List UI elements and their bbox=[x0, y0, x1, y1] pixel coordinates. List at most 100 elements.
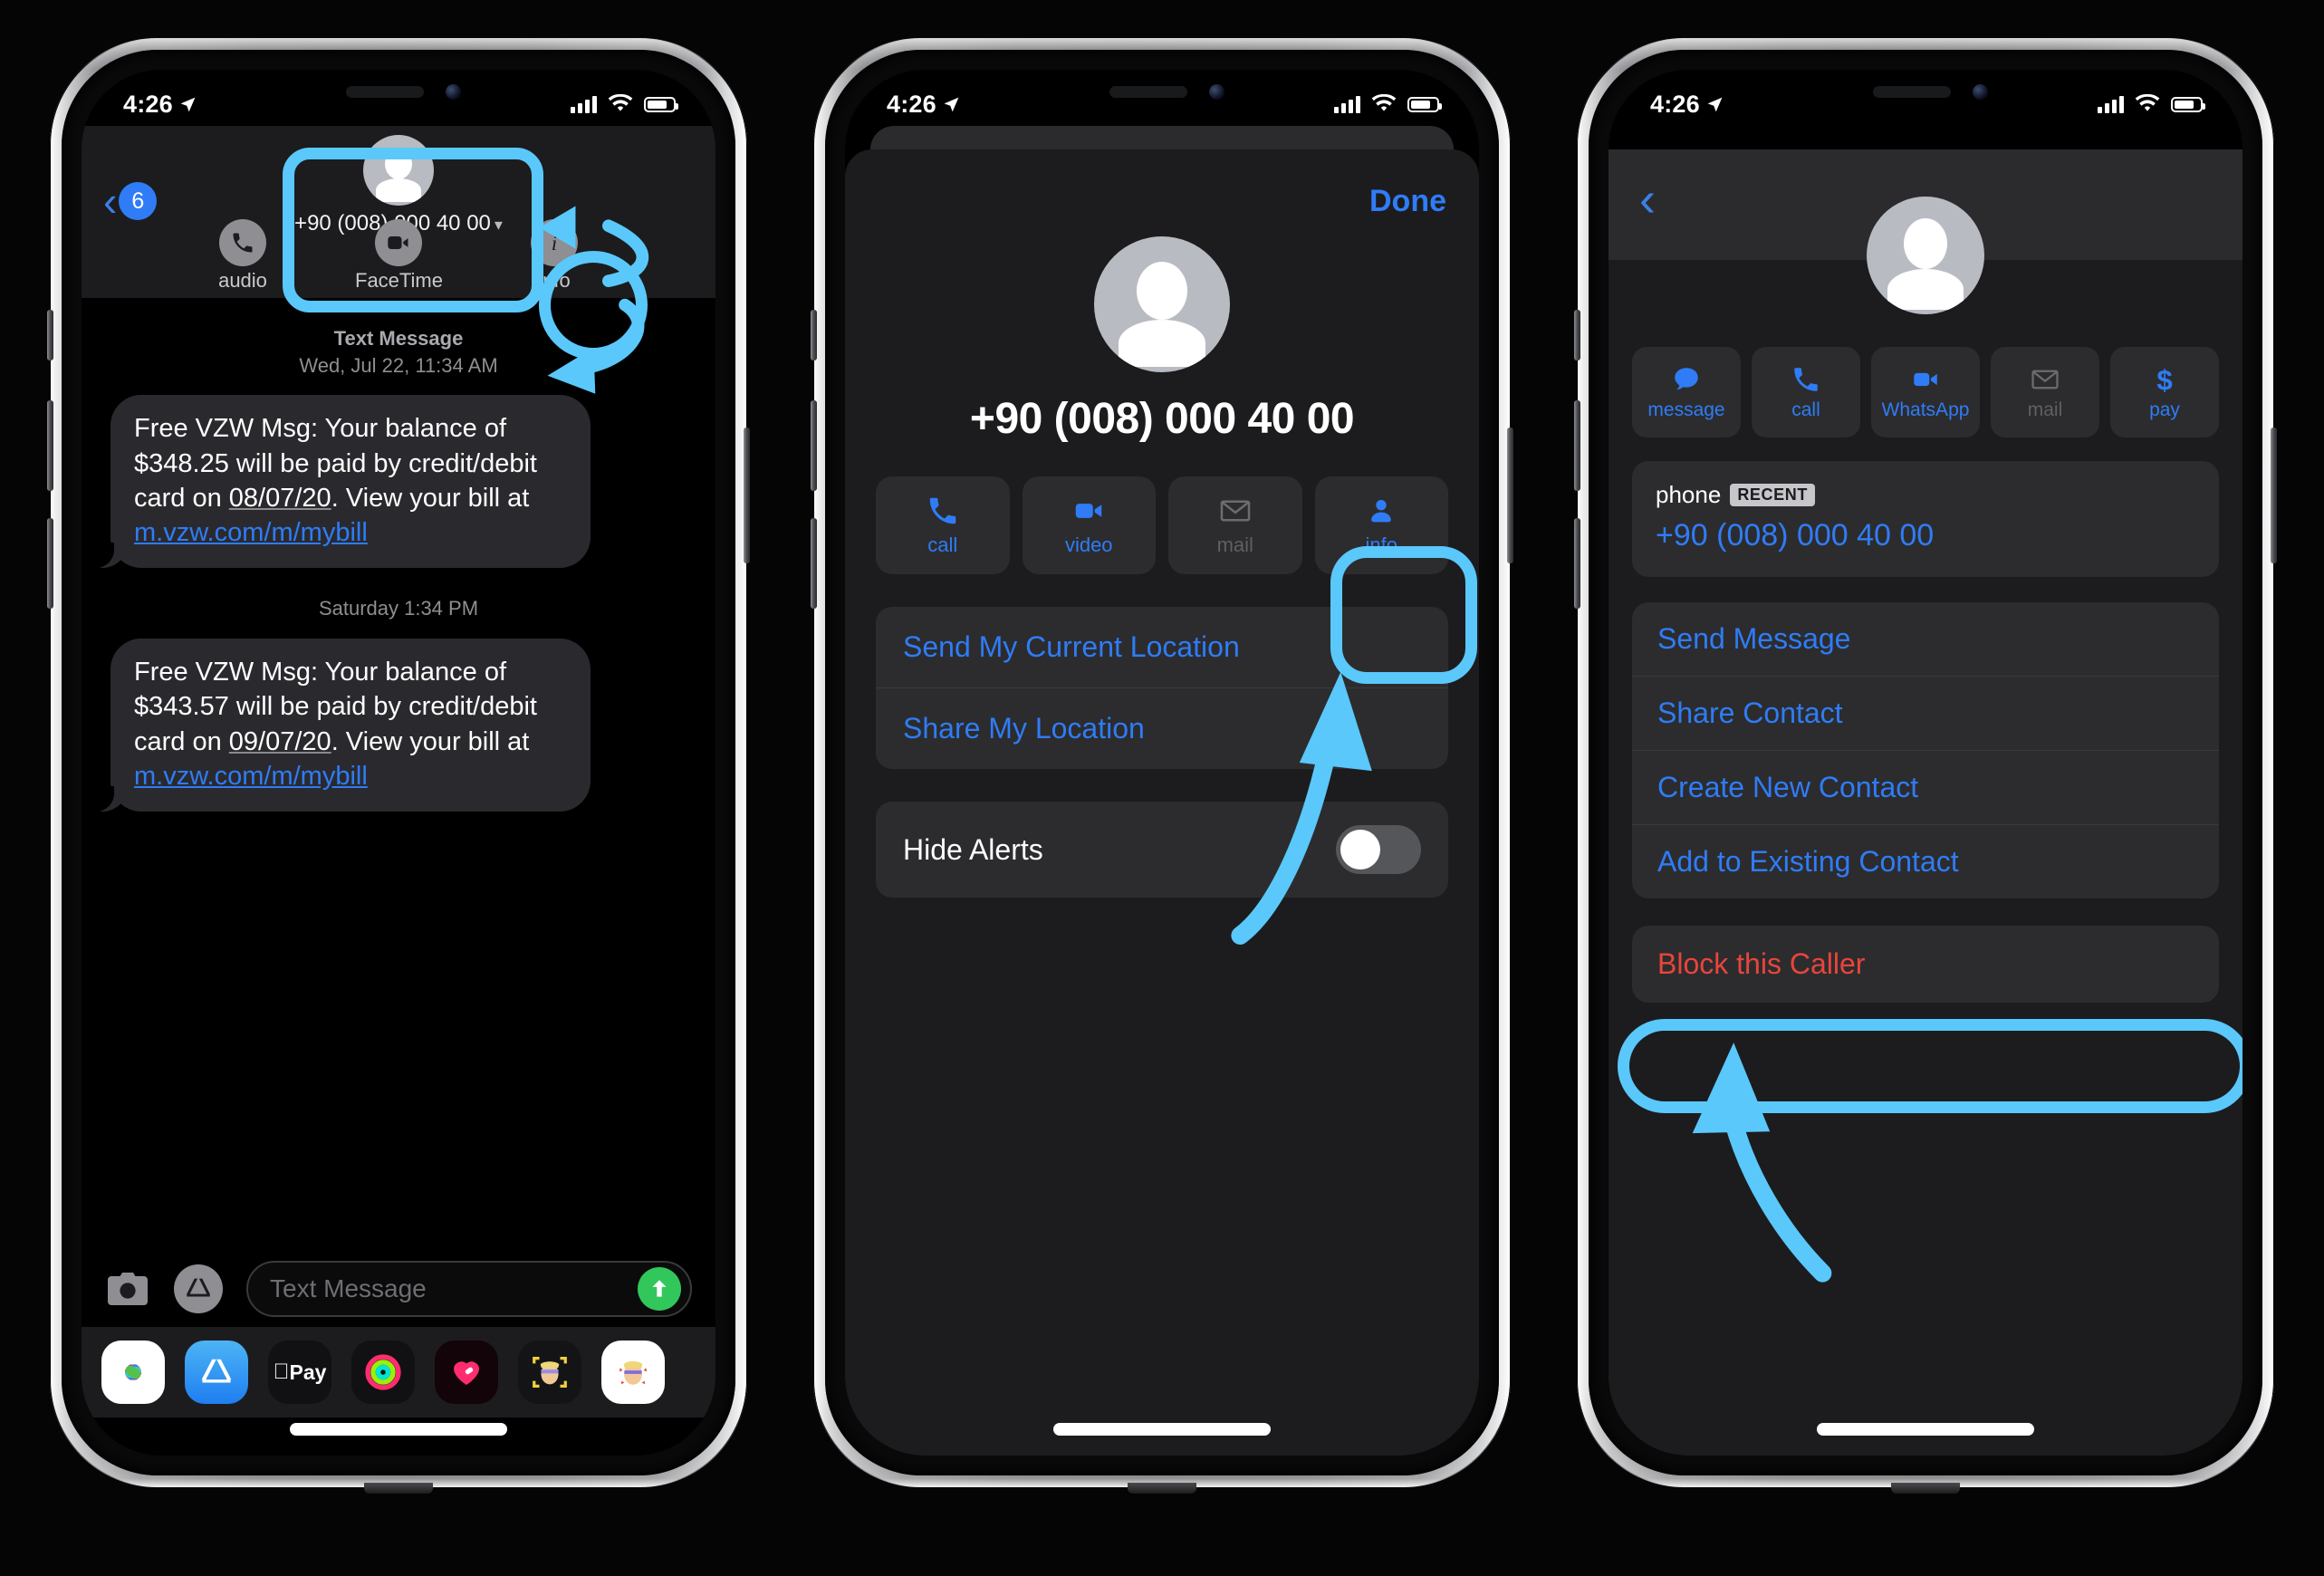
battery-icon bbox=[1407, 96, 1442, 112]
apple-pay-app-icon[interactable]: Pay bbox=[268, 1341, 331, 1404]
send-button[interactable] bbox=[638, 1267, 681, 1311]
location-arrow-icon bbox=[944, 97, 959, 111]
mail-tile[interactable]: mail bbox=[1991, 347, 2099, 437]
mute-switch[interactable] bbox=[47, 310, 53, 360]
hide-alerts-row[interactable]: Hide Alerts bbox=[876, 802, 1448, 898]
hide-alerts-toggle[interactable] bbox=[1336, 825, 1421, 874]
earpiece-speaker bbox=[1109, 86, 1187, 98]
app-store-icon[interactable] bbox=[174, 1264, 223, 1313]
location-arrow-icon bbox=[180, 97, 196, 111]
phone-icon bbox=[1794, 367, 1818, 391]
back-button[interactable]: ‹ 6 bbox=[103, 180, 158, 222]
mail-tile-label: mail bbox=[2027, 399, 2063, 420]
message-tile-label: message bbox=[1647, 399, 1725, 420]
back-button[interactable]: ‹ bbox=[1639, 175, 1656, 224]
bubble-text-2: . View your bill at bbox=[331, 726, 530, 756]
call-tile-label: call bbox=[927, 533, 958, 556]
bubble-text-2: . View your bill at bbox=[331, 483, 530, 513]
volume-down-button[interactable] bbox=[47, 518, 53, 609]
info-icon: i bbox=[531, 219, 578, 266]
volume-down-button[interactable] bbox=[1574, 518, 1580, 609]
share-contact-row[interactable]: Share Contact bbox=[1632, 676, 2219, 750]
charging-port bbox=[1891, 1483, 1960, 1494]
power-button[interactable] bbox=[744, 428, 750, 563]
done-button[interactable]: Done bbox=[1369, 184, 1446, 219]
location-group: Send My Current Location Share My Locati… bbox=[876, 607, 1448, 769]
create-new-contact-row[interactable]: Create New Contact bbox=[1632, 750, 2219, 824]
imessage-app-dock: Pay bbox=[82, 1327, 715, 1417]
message-bubble[interactable]: Free VZW Msg: Your balance of $348.25 wi… bbox=[96, 395, 591, 569]
battery-icon bbox=[2171, 96, 2205, 112]
block-this-caller-row[interactable]: Block this Caller bbox=[1632, 926, 2219, 1003]
mail-tile-label: mail bbox=[1216, 533, 1253, 556]
bubble-link[interactable]: m.vzw.com/m/mybill bbox=[134, 762, 368, 791]
send-message-row[interactable]: Send Message bbox=[1632, 602, 2219, 676]
message-input[interactable]: Text Message bbox=[246, 1261, 692, 1317]
home-indicator[interactable] bbox=[1817, 1423, 2034, 1436]
phone-1-messages: 4:26 ‹ 6 +90 (008) 40 00 ▾ audio FaceTim… bbox=[47, 38, 750, 1494]
video-tile-label: video bbox=[1064, 533, 1113, 556]
message-list[interactable]: Text Message Wed, Jul 22, 11:34 AM Free … bbox=[82, 298, 715, 1251]
info-button[interactable]: i info bbox=[511, 219, 598, 293]
pay-tile[interactable]: $ pay bbox=[2110, 347, 2219, 437]
digital-touch-app-icon[interactable] bbox=[435, 1341, 498, 1404]
fitness-app-icon[interactable] bbox=[351, 1341, 415, 1404]
front-camera-icon bbox=[1973, 84, 1988, 100]
home-indicator[interactable] bbox=[1053, 1423, 1271, 1436]
phone-number-block[interactable]: phone RECENT +90 (008) 000 40 00 bbox=[1632, 461, 2219, 577]
notch bbox=[994, 70, 1330, 126]
mute-switch[interactable] bbox=[811, 310, 817, 360]
unread-badge: 6 bbox=[119, 182, 158, 220]
message-input-placeholder: Text Message bbox=[270, 1274, 427, 1302]
avatar bbox=[1867, 197, 1984, 314]
wifi-icon bbox=[2135, 94, 2160, 111]
call-tile[interactable]: call bbox=[876, 476, 1010, 574]
video-tile[interactable]: video bbox=[1022, 476, 1156, 574]
volume-down-button[interactable] bbox=[811, 518, 817, 609]
stamp-time: Wed, Jul 22, 11:34 AM bbox=[299, 353, 498, 377]
memoji-app-icon[interactable] bbox=[518, 1341, 581, 1404]
phone-number[interactable]: +90 (008) 000 40 00 bbox=[1656, 518, 2195, 553]
wifi-icon bbox=[608, 94, 633, 111]
power-button[interactable] bbox=[2271, 428, 2277, 563]
bubble-date: 08/07/20 bbox=[228, 483, 331, 513]
power-button[interactable] bbox=[1507, 428, 1513, 563]
info-tile[interactable]: info bbox=[1314, 476, 1448, 574]
volume-up-button[interactable] bbox=[811, 400, 817, 491]
home-indicator[interactable] bbox=[290, 1423, 507, 1436]
charging-port bbox=[1128, 1483, 1196, 1494]
bubble-link[interactable]: m.vzw.com/m/mybill bbox=[134, 518, 368, 547]
facetime-label: FaceTime bbox=[355, 269, 443, 292]
mute-switch[interactable] bbox=[1574, 310, 1580, 360]
phone-icon bbox=[929, 497, 956, 524]
share-my-location-row[interactable]: Share My Location bbox=[876, 687, 1448, 769]
call-tile-label: call bbox=[1791, 399, 1820, 420]
contact-person-icon bbox=[1371, 499, 1392, 523]
facetime-button[interactable]: FaceTime bbox=[355, 219, 443, 293]
message-tile[interactable]: message bbox=[1632, 347, 1741, 437]
phone-icon bbox=[219, 219, 266, 266]
location-arrow-icon bbox=[1707, 97, 1723, 111]
app-store-app-icon[interactable] bbox=[185, 1341, 248, 1404]
volume-up-button[interactable] bbox=[47, 400, 53, 491]
whatsapp-tile[interactable]: WhatsApp bbox=[1871, 347, 1980, 437]
avatar bbox=[363, 135, 434, 206]
stamp-title: Text Message bbox=[333, 327, 464, 350]
call-tile[interactable]: call bbox=[1752, 347, 1860, 437]
photos-app-icon[interactable] bbox=[101, 1341, 165, 1404]
phone-3-screen: 4:26 ‹ message call WhatsApp mail $ pay … bbox=[1609, 70, 2242, 1456]
add-to-existing-contact-row[interactable]: Add to Existing Contact bbox=[1632, 824, 2219, 899]
volume-up-button[interactable] bbox=[1574, 400, 1580, 491]
phone-2-details: 4:26 Done +90 (008) 000 40 00 call video… bbox=[811, 38, 1513, 1494]
camera-icon[interactable] bbox=[105, 1271, 150, 1307]
message-composer: Text Message bbox=[82, 1251, 715, 1327]
mail-tile[interactable]: mail bbox=[1168, 476, 1302, 574]
message-bubble[interactable]: Free VZW Msg: Your balance of $343.57 wi… bbox=[96, 639, 591, 812]
mail-icon bbox=[1220, 500, 1251, 522]
message-timestamp: Saturday 1:34 PM bbox=[82, 595, 715, 622]
audio-call-button[interactable]: audio bbox=[199, 219, 286, 293]
video-camera-icon bbox=[375, 219, 422, 266]
stickers-app-icon[interactable] bbox=[601, 1341, 665, 1404]
send-my-current-location-row[interactable]: Send My Current Location bbox=[876, 607, 1448, 687]
svg-text:$: $ bbox=[2156, 364, 2172, 395]
